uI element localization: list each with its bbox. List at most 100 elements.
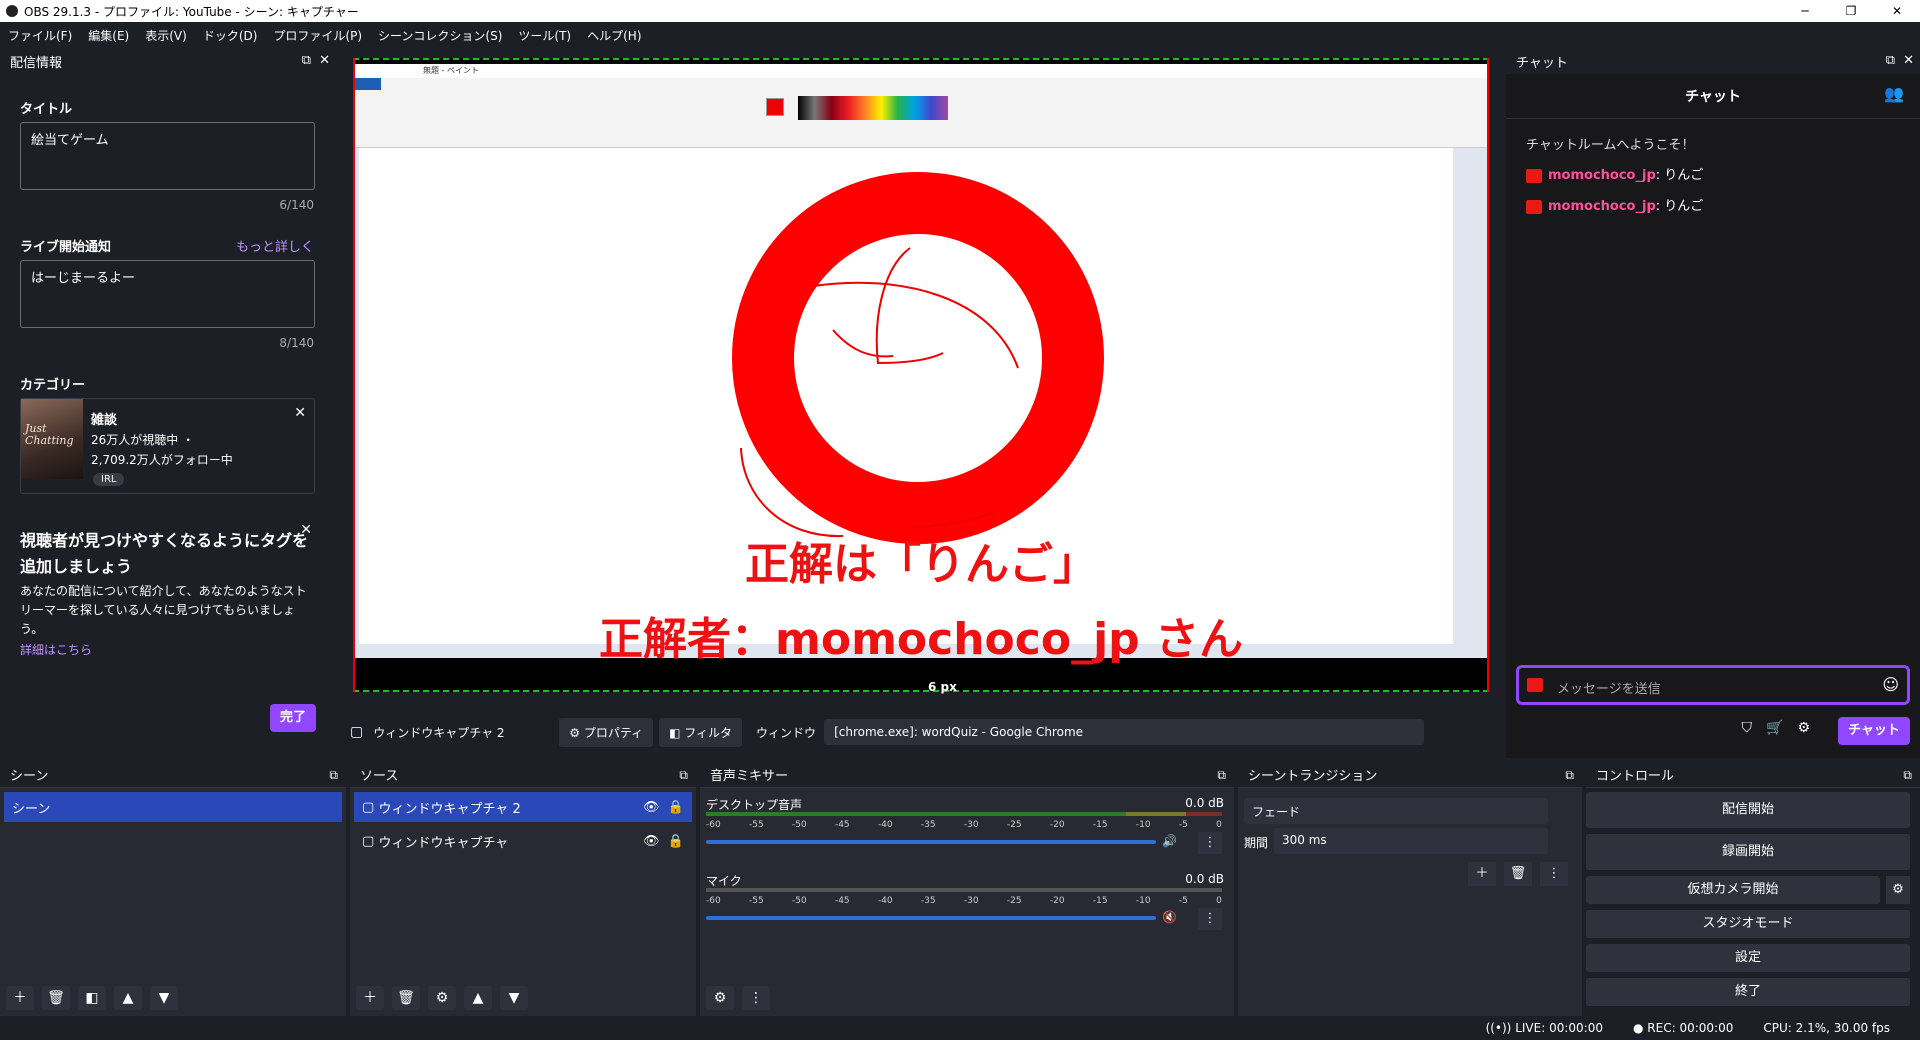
- start-virtual-camera-button[interactable]: 仮想カメラ開始: [1586, 876, 1880, 904]
- settings-button[interactable]: 設定: [1586, 944, 1910, 972]
- remove-category-icon[interactable]: ✕: [294, 405, 306, 421]
- mixer-panel: 音声ミキサー ⧉ デスクトップ音声 0.0 dB -60 -55 -50 -45 -40-…: [700, 762, 1234, 1016]
- preview-canvas[interactable]: 無題 - ペイント 正解は「りんご」 正解者：momochoco_jp さん 6…: [353, 58, 1489, 694]
- more-link[interactable]: もっと詳しく: [236, 236, 314, 255]
- volume-slider[interactable]: [706, 840, 1156, 844]
- maximize-button[interactable]: ❐: [1828, 0, 1874, 22]
- gear-icon[interactable]: ⚙: [428, 986, 456, 1010]
- meter-tick: -60: [706, 896, 721, 906]
- properties-button[interactable]: ⚙ プロパティ: [559, 717, 654, 747]
- advanced-audio-icon[interactable]: ⚙: [706, 986, 734, 1010]
- done-button[interactable]: 完了: [270, 704, 316, 732]
- tag-learn-more-link[interactable]: 詳細はこちら: [20, 641, 310, 658]
- chat-username[interactable]: momochoco_jp: [1548, 168, 1656, 183]
- add-icon[interactable]: ＋: [1468, 862, 1496, 886]
- add-icon[interactable]: ＋: [356, 986, 384, 1010]
- menu-file[interactable]: ファイル(F): [0, 27, 80, 44]
- chat-placeholder: メッセージを送信: [1557, 682, 1661, 697]
- menu-tools[interactable]: ツール(T): [510, 27, 579, 44]
- level-meter-mid: [1126, 812, 1186, 816]
- filter-icon[interactable]: ◧: [78, 986, 106, 1010]
- undock-icon[interactable]: ⧉: [1217, 768, 1226, 783]
- menu-profile[interactable]: プロファイル(P): [265, 27, 370, 44]
- close-button[interactable]: ✕: [1874, 0, 1920, 22]
- filters-button[interactable]: ◧ フィルタ: [659, 717, 743, 747]
- transition-select[interactable]: フェード: [1244, 798, 1548, 824]
- minimize-button[interactable]: ─: [1782, 0, 1828, 22]
- close-panel-icon[interactable]: ✕: [1903, 53, 1914, 68]
- speaker-icon[interactable]: 🔊: [1162, 834, 1177, 848]
- close-panel-icon[interactable]: ✕: [319, 53, 330, 68]
- undock-icon[interactable]: ⧉: [1565, 768, 1574, 783]
- category-tag[interactable]: IRL: [93, 473, 125, 486]
- scene-item[interactable]: シーン: [4, 792, 342, 822]
- meter-tick: -10: [1135, 820, 1151, 830]
- obs-logo-icon: [6, 5, 18, 17]
- undock-icon[interactable]: ⧉: [302, 53, 311, 68]
- window-capture-icon: ▢: [350, 724, 364, 740]
- more-icon[interactable]: ⋮: [742, 986, 770, 1010]
- up-icon[interactable]: ▲: [464, 986, 492, 1010]
- notice-input[interactable]: はーじまーるよー: [20, 260, 315, 328]
- lock-icon[interactable]: 🔒: [668, 800, 684, 815]
- muted-icon[interactable]: 🔇: [1162, 910, 1177, 924]
- cart-icon[interactable]: 🛒: [1766, 720, 1783, 736]
- category-thumbnail: Just Chatting: [21, 399, 83, 479]
- live-time: LIVE: 00:00:00: [1515, 1021, 1603, 1035]
- trash-icon[interactable]: 🗑: [392, 986, 420, 1010]
- trash-icon[interactable]: 🗑: [1504, 862, 1532, 886]
- users-icon[interactable]: 👥: [1884, 84, 1904, 103]
- down-icon[interactable]: ▼: [150, 986, 178, 1010]
- undock-icon[interactable]: ⧉: [1903, 768, 1912, 783]
- answer-text: 正解は「りんご」: [745, 539, 1097, 590]
- menu-view[interactable]: 表示(V): [137, 27, 195, 44]
- source-item[interactable]: ▢ ウィンドウキャプチャ 👁 🔒: [354, 826, 692, 856]
- chat-send-button[interactable]: チャット: [1838, 717, 1910, 745]
- duration-input[interactable]: 300 ms: [1274, 828, 1548, 854]
- rec-status: ● REC: 00:00:00: [1633, 1021, 1733, 1035]
- dismiss-tag-icon[interactable]: ✕: [300, 522, 312, 538]
- trash-icon[interactable]: 🗑: [42, 986, 70, 1010]
- studio-mode-button[interactable]: スタジオモード: [1586, 910, 1910, 938]
- chat-username[interactable]: momochoco_jp: [1548, 199, 1656, 214]
- source-item[interactable]: ▢ ウィンドウキャプチャ 2 👁 🔒: [354, 792, 692, 822]
- eye-icon[interactable]: 👁: [643, 834, 660, 849]
- title-input[interactable]: 絵当てゲーム: [20, 122, 315, 190]
- more-icon[interactable]: ⋮: [1198, 908, 1222, 930]
- chat-input[interactable]: メッセージを送信 ☺: [1516, 665, 1910, 705]
- start-recording-button[interactable]: 録画開始: [1586, 834, 1910, 870]
- lock-icon[interactable]: 🔒: [668, 834, 684, 849]
- more-icon[interactable]: ⋮: [1198, 832, 1222, 854]
- meter-tick: -30: [963, 896, 979, 906]
- eye-icon[interactable]: 👁: [643, 800, 660, 815]
- emoji-icon[interactable]: ☺: [1882, 675, 1899, 694]
- menu-edit[interactable]: 編集(E): [80, 27, 137, 44]
- undock-icon[interactable]: ⧉: [329, 768, 338, 783]
- transitions-header: シーントランジション ⧉: [1238, 762, 1582, 788]
- window-select[interactable]: [chrome.exe]: wordQuiz - Google Chrome: [824, 719, 1425, 745]
- menu-scene-collection[interactable]: シーンコレクション(S): [370, 27, 510, 44]
- panel-title: シーン: [10, 769, 49, 784]
- live-status: ((•)) LIVE: 00:00:00: [1486, 1021, 1603, 1035]
- undock-icon[interactable]: ⧉: [679, 768, 688, 783]
- up-icon[interactable]: ▲: [114, 986, 142, 1010]
- more-icon[interactable]: ⋮: [1540, 862, 1568, 886]
- start-streaming-button[interactable]: 配信開始: [1586, 792, 1910, 828]
- shield-icon[interactable]: ⛉: [1742, 720, 1753, 736]
- menu-help[interactable]: ヘルプ(H): [579, 27, 649, 44]
- title-count: 6/140: [279, 198, 314, 212]
- volume-slider[interactable]: [706, 916, 1156, 920]
- chat-text: りんご: [1664, 168, 1704, 183]
- add-icon[interactable]: ＋: [6, 986, 34, 1010]
- undock-icon[interactable]: ⧉: [1886, 53, 1895, 68]
- menu-dock[interactable]: ドック(D): [195, 27, 266, 44]
- filters-label: フィルタ: [684, 725, 733, 740]
- window-icon: ▢: [362, 833, 375, 849]
- meter-tick: 0: [1216, 820, 1222, 830]
- virtual-camera-settings-icon[interactable]: ⚙: [1886, 876, 1910, 904]
- down-icon[interactable]: ▼: [500, 986, 528, 1010]
- settings-icon[interactable]: ⚙: [1797, 720, 1810, 736]
- stroke-3: [832, 329, 894, 358]
- red-circle-drawing: [732, 172, 1104, 544]
- exit-button[interactable]: 終了: [1586, 978, 1910, 1006]
